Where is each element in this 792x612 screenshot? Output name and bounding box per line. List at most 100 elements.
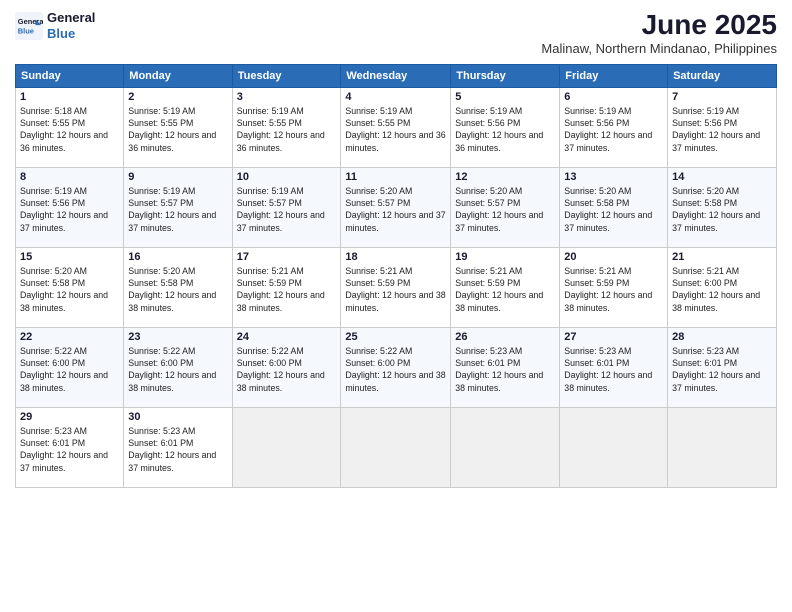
calendar-cell: 30Sunrise: 5:23 AMSunset: 6:01 PMDayligh… (124, 407, 232, 487)
calendar-cell: 9 Sunrise: 5:19 AMSunset: 5:57 PMDaylight… (124, 167, 232, 247)
day-info: Sunrise: 5:22 AMSunset: 6:00 PMDaylight:… (20, 345, 119, 394)
day-number: 10 (237, 171, 337, 183)
calendar-cell: 22 Sunrise: 5:22 AMSunset: 6:00 PMDayligh… (16, 327, 124, 407)
logo-icon: General Blue (15, 12, 43, 40)
calendar-cell: 28Sunrise: 5:23 AMSunset: 6:01 PMDayligh… (668, 327, 777, 407)
day-number: 23 (128, 331, 227, 343)
calendar-cell: 12 Sunrise: 5:20 AMSunset: 5:57 PMDayligh… (451, 167, 560, 247)
day-info: Sunrise: 5:23 AMSunset: 6:01 PMDaylight:… (564, 345, 663, 394)
weekday-header-monday: Monday (124, 64, 232, 87)
title-block: June 2025 Malinaw, Northern Mindanao, Ph… (541, 10, 777, 56)
day-info: Sunrise: 5:23 AMSunset: 6:01 PMDaylight:… (455, 345, 555, 394)
logo: General Blue General Blue (15, 10, 95, 41)
calendar: SundayMondayTuesdayWednesdayThursdayFrid… (15, 64, 777, 488)
calendar-cell: 4Sunrise: 5:19 AMSunset: 5:55 PMDaylight… (341, 87, 451, 167)
calendar-cell (451, 407, 560, 487)
calendar-cell: 8 Sunrise: 5:19 AMSunset: 5:56 PMDaylight… (16, 167, 124, 247)
calendar-cell: 10 Sunrise: 5:19 AMSunset: 5:57 PMDayligh… (232, 167, 341, 247)
page: General Blue General Blue June 2025 Mali… (0, 0, 792, 612)
day-number: 11 (345, 171, 446, 183)
day-number: 26 (455, 331, 555, 343)
day-info: Sunrise: 5:19 AMSunset: 5:55 PMDaylight:… (128, 105, 227, 154)
calendar-cell: 14Sunrise: 5:20 AMSunset: 5:58 PMDayligh… (668, 167, 777, 247)
calendar-week-2: 8 Sunrise: 5:19 AMSunset: 5:56 PMDaylight… (16, 167, 777, 247)
weekday-header-friday: Friday (560, 64, 668, 87)
day-number: 3 (237, 91, 337, 103)
calendar-cell: 27 Sunrise: 5:23 AMSunset: 6:01 PMDayligh… (560, 327, 668, 407)
day-number: 22 (20, 331, 119, 343)
day-info: Sunrise: 5:20 AMSunset: 5:57 PMDaylight:… (345, 185, 446, 234)
day-info: Sunrise: 5:21 AMSunset: 5:59 PMDaylight:… (237, 265, 337, 314)
location: Malinaw, Northern Mindanao, Philippines (541, 41, 777, 56)
day-info: Sunrise: 5:19 AMSunset: 5:55 PMDaylight:… (345, 105, 446, 154)
weekday-header-saturday: Saturday (668, 64, 777, 87)
calendar-week-1: 1 Sunrise: 5:18 AMSunset: 5:55 PMDaylight… (16, 87, 777, 167)
day-info: Sunrise: 5:22 AMSunset: 6:00 PMDaylight:… (128, 345, 227, 394)
day-info: Sunrise: 5:19 AMSunset: 5:56 PMDaylight:… (20, 185, 119, 234)
day-number: 13 (564, 171, 663, 183)
day-info: Sunrise: 5:19 AMSunset: 5:56 PMDaylight:… (564, 105, 663, 154)
day-info: Sunrise: 5:19 AMSunset: 5:57 PMDaylight:… (237, 185, 337, 234)
day-info: Sunrise: 5:22 AMSunset: 6:00 PMDaylight:… (237, 345, 337, 394)
day-number: 14 (672, 171, 772, 183)
day-info: Sunrise: 5:18 AMSunset: 5:55 PMDaylight:… (20, 105, 119, 154)
day-number: 25 (345, 331, 446, 343)
calendar-cell: 1 Sunrise: 5:18 AMSunset: 5:55 PMDaylight… (16, 87, 124, 167)
day-number: 8 (20, 171, 119, 183)
calendar-cell (668, 407, 777, 487)
day-number: 15 (20, 251, 119, 263)
day-info: Sunrise: 5:20 AMSunset: 5:58 PMDaylight:… (20, 265, 119, 314)
day-number: 16 (128, 251, 227, 263)
day-number: 18 (345, 251, 446, 263)
month-title: June 2025 (541, 10, 777, 41)
calendar-cell: 3Sunrise: 5:19 AMSunset: 5:55 PMDaylight… (232, 87, 341, 167)
calendar-cell: 24 Sunrise: 5:22 AMSunset: 6:00 PMDayligh… (232, 327, 341, 407)
day-info: Sunrise: 5:20 AMSunset: 5:57 PMDaylight:… (455, 185, 555, 234)
day-info: Sunrise: 5:21 AMSunset: 6:00 PMDaylight:… (672, 265, 772, 314)
day-number: 29 (20, 411, 119, 423)
day-number: 30 (128, 411, 227, 423)
calendar-cell: 15 Sunrise: 5:20 AMSunset: 5:58 PMDayligh… (16, 247, 124, 327)
calendar-cell: 2Sunrise: 5:19 AMSunset: 5:55 PMDaylight… (124, 87, 232, 167)
day-number: 5 (455, 91, 555, 103)
calendar-cell: 11 Sunrise: 5:20 AMSunset: 5:57 PMDayligh… (341, 167, 451, 247)
day-info: Sunrise: 5:23 AMSunset: 6:01 PMDaylight:… (20, 425, 119, 474)
calendar-cell (560, 407, 668, 487)
calendar-cell: 23 Sunrise: 5:22 AMSunset: 6:00 PMDayligh… (124, 327, 232, 407)
day-number: 27 (564, 331, 663, 343)
day-info: Sunrise: 5:21 AMSunset: 5:59 PMDaylight:… (345, 265, 446, 314)
day-number: 12 (455, 171, 555, 183)
weekday-header-sunday: Sunday (16, 64, 124, 87)
day-number: 9 (128, 171, 227, 183)
day-number: 20 (564, 251, 663, 263)
day-info: Sunrise: 5:21 AMSunset: 5:59 PMDaylight:… (564, 265, 663, 314)
weekday-header-row: SundayMondayTuesdayWednesdayThursdayFrid… (16, 64, 777, 87)
day-info: Sunrise: 5:19 AMSunset: 5:56 PMDaylight:… (672, 105, 772, 154)
day-number: 6 (564, 91, 663, 103)
calendar-cell (341, 407, 451, 487)
day-info: Sunrise: 5:20 AMSunset: 5:58 PMDaylight:… (564, 185, 663, 234)
logo-line2: Blue (47, 26, 95, 42)
calendar-cell: 25 Sunrise: 5:22 AMSunset: 6:00 PMDayligh… (341, 327, 451, 407)
weekday-header-wednesday: Wednesday (341, 64, 451, 87)
calendar-cell: 26 Sunrise: 5:23 AMSunset: 6:01 PMDayligh… (451, 327, 560, 407)
calendar-cell: 16 Sunrise: 5:20 AMSunset: 5:58 PMDayligh… (124, 247, 232, 327)
weekday-header-tuesday: Tuesday (232, 64, 341, 87)
calendar-week-3: 15 Sunrise: 5:20 AMSunset: 5:58 PMDayligh… (16, 247, 777, 327)
day-number: 7 (672, 91, 772, 103)
day-number: 1 (20, 91, 119, 103)
day-number: 17 (237, 251, 337, 263)
calendar-cell: 5 Sunrise: 5:19 AMSunset: 5:56 PMDaylight… (451, 87, 560, 167)
calendar-cell: 21Sunrise: 5:21 AMSunset: 6:00 PMDayligh… (668, 247, 777, 327)
calendar-cell: 20 Sunrise: 5:21 AMSunset: 5:59 PMDayligh… (560, 247, 668, 327)
calendar-cell: 19Sunrise: 5:21 AMSunset: 5:59 PMDayligh… (451, 247, 560, 327)
weekday-header-thursday: Thursday (451, 64, 560, 87)
day-info: Sunrise: 5:19 AMSunset: 5:57 PMDaylight:… (128, 185, 227, 234)
calendar-cell: 13 Sunrise: 5:20 AMSunset: 5:58 PMDayligh… (560, 167, 668, 247)
day-info: Sunrise: 5:22 AMSunset: 6:00 PMDaylight:… (345, 345, 446, 394)
day-info: Sunrise: 5:19 AMSunset: 5:56 PMDaylight:… (455, 105, 555, 154)
header: General Blue General Blue June 2025 Mali… (15, 10, 777, 56)
day-number: 24 (237, 331, 337, 343)
day-info: Sunrise: 5:20 AMSunset: 5:58 PMDaylight:… (128, 265, 227, 314)
calendar-week-5: 29 Sunrise: 5:23 AMSunset: 6:01 PMDayligh… (16, 407, 777, 487)
